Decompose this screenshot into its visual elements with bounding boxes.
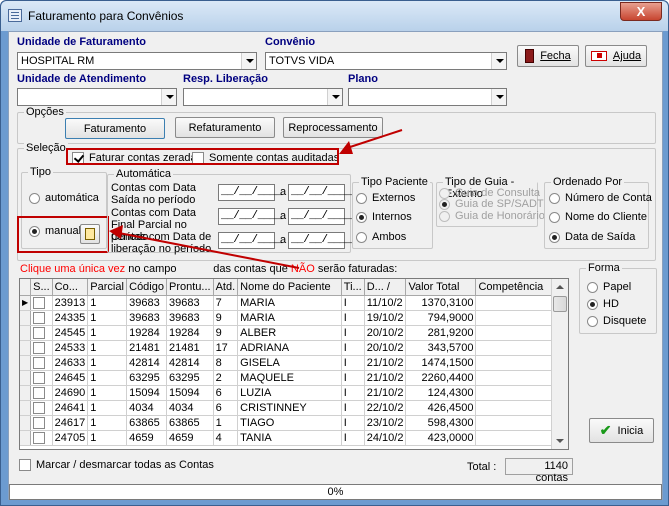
annotation-arrows <box>109 129 403 269</box>
arrow-head-icon <box>339 141 353 154</box>
app-window: Faturamento para Convênios X Unidade de … <box>0 0 669 506</box>
arrow-head-icon <box>109 225 123 239</box>
close-button[interactable]: X <box>620 2 662 21</box>
client-area: Unidade de Faturamento HOSPITAL RM Convê… <box>8 31 663 500</box>
window-title: Faturamento para Convênios <box>28 9 184 23</box>
annotation-arrow-2 <box>118 232 300 269</box>
annotation-arrow-1 <box>346 129 403 149</box>
window-icon <box>8 9 22 22</box>
title-bar[interactable]: Faturamento para Convênios X <box>1 1 668 31</box>
